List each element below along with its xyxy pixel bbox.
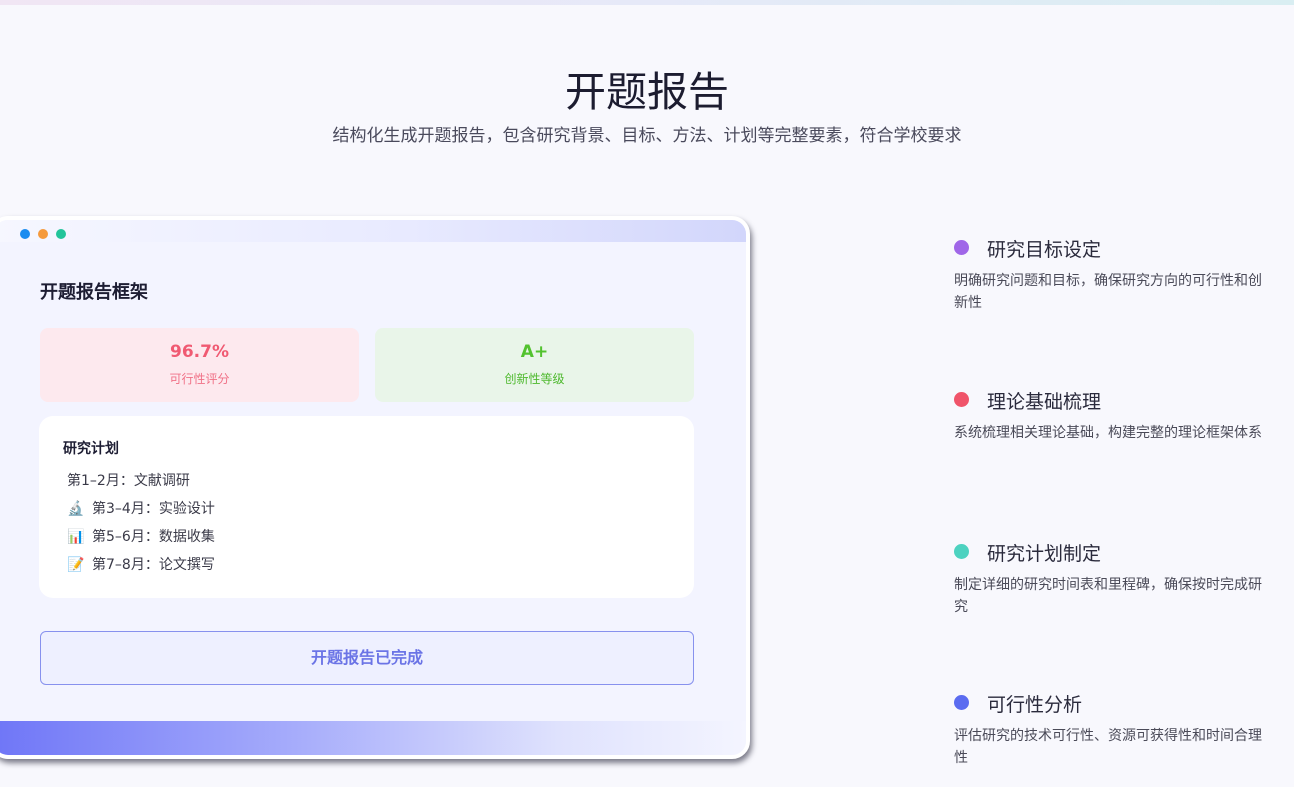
window-bottom-gradient-bar — [0, 721, 746, 755]
innovation-grade-label: 创新性等级 — [504, 372, 565, 386]
page-subtitle: 结构化生成开题报告，包含研究背景、目标、方法、计划等完整要素，符合学校要求 — [332, 126, 962, 146]
plan-item-text: 第7–8月：论文撰写 — [92, 557, 215, 573]
report-preview-window: 开题报告框架 96.7% 可行性评分 A+ 创新性等级 研究计划 第1–2月：文… — [0, 216, 750, 759]
feature-bullet-icon — [954, 695, 969, 710]
feature-description: 明确研究问题和目标，确保研究方向的可行性和创新性 — [954, 273, 1262, 311]
plan-item: 第1–2月：文献调研 — [67, 470, 190, 492]
frame-title: 开题报告框架 — [40, 282, 148, 303]
window-titlebar — [0, 220, 746, 242]
feature-title: 可行性分析 — [987, 694, 1083, 716]
window-dot-orange-icon — [38, 229, 48, 239]
feature-bullet-icon — [954, 240, 969, 255]
feature-title: 研究目标设定 — [987, 239, 1102, 261]
bar-chart-icon: 📊 — [67, 529, 85, 545]
window-dot-blue-icon — [20, 229, 30, 239]
plan-item-text: 第3–4月：实验设计 — [92, 501, 215, 517]
microscope-icon: 🔬 — [67, 501, 85, 517]
feasibility-score-value: 96.7% — [170, 342, 229, 362]
innovation-grade-card: A+ 创新性等级 — [375, 328, 694, 402]
feasibility-score-label: 可行性评分 — [169, 372, 230, 386]
plan-item: 📊 第5–6月：数据收集 — [67, 526, 215, 548]
plan-item-text: 第1–2月：文献调研 — [67, 473, 190, 489]
feature-description: 制定详细的研究时间表和里程碑，确保按时完成研究 — [954, 577, 1262, 615]
memo-icon: 📝 — [67, 557, 85, 573]
window-dot-green-icon — [56, 229, 66, 239]
report-completed-status: 开题报告已完成 — [40, 631, 694, 685]
research-plan-card: 研究计划 第1–2月：文献调研 🔬 第3–4月：实验设计 📊 第5–6月：数据收集 … — [39, 416, 694, 598]
feature-bullet-icon — [954, 392, 969, 407]
top-gradient-strip — [0, 0, 1294, 5]
feature-description: 系统梳理相关理论基础，构建完整的理论框架体系 — [954, 425, 1262, 441]
feature-title: 理论基础梳理 — [987, 391, 1102, 413]
plan-item-text: 第5–6月：数据收集 — [92, 529, 215, 545]
page-title: 开题报告 — [565, 68, 729, 116]
plan-item: 🔬 第3–4月：实验设计 — [67, 498, 215, 520]
plan-item: 📝 第7–8月：论文撰写 — [67, 554, 215, 576]
feature-bullet-icon — [954, 544, 969, 559]
feature-description: 评估研究的技术可行性、资源可获得性和时间合理性 — [954, 728, 1262, 766]
innovation-grade-value: A+ — [520, 342, 549, 362]
feature-title: 研究计划制定 — [987, 543, 1102, 565]
feasibility-score-card: 96.7% 可行性评分 — [40, 328, 359, 402]
research-plan-title: 研究计划 — [63, 441, 119, 457]
